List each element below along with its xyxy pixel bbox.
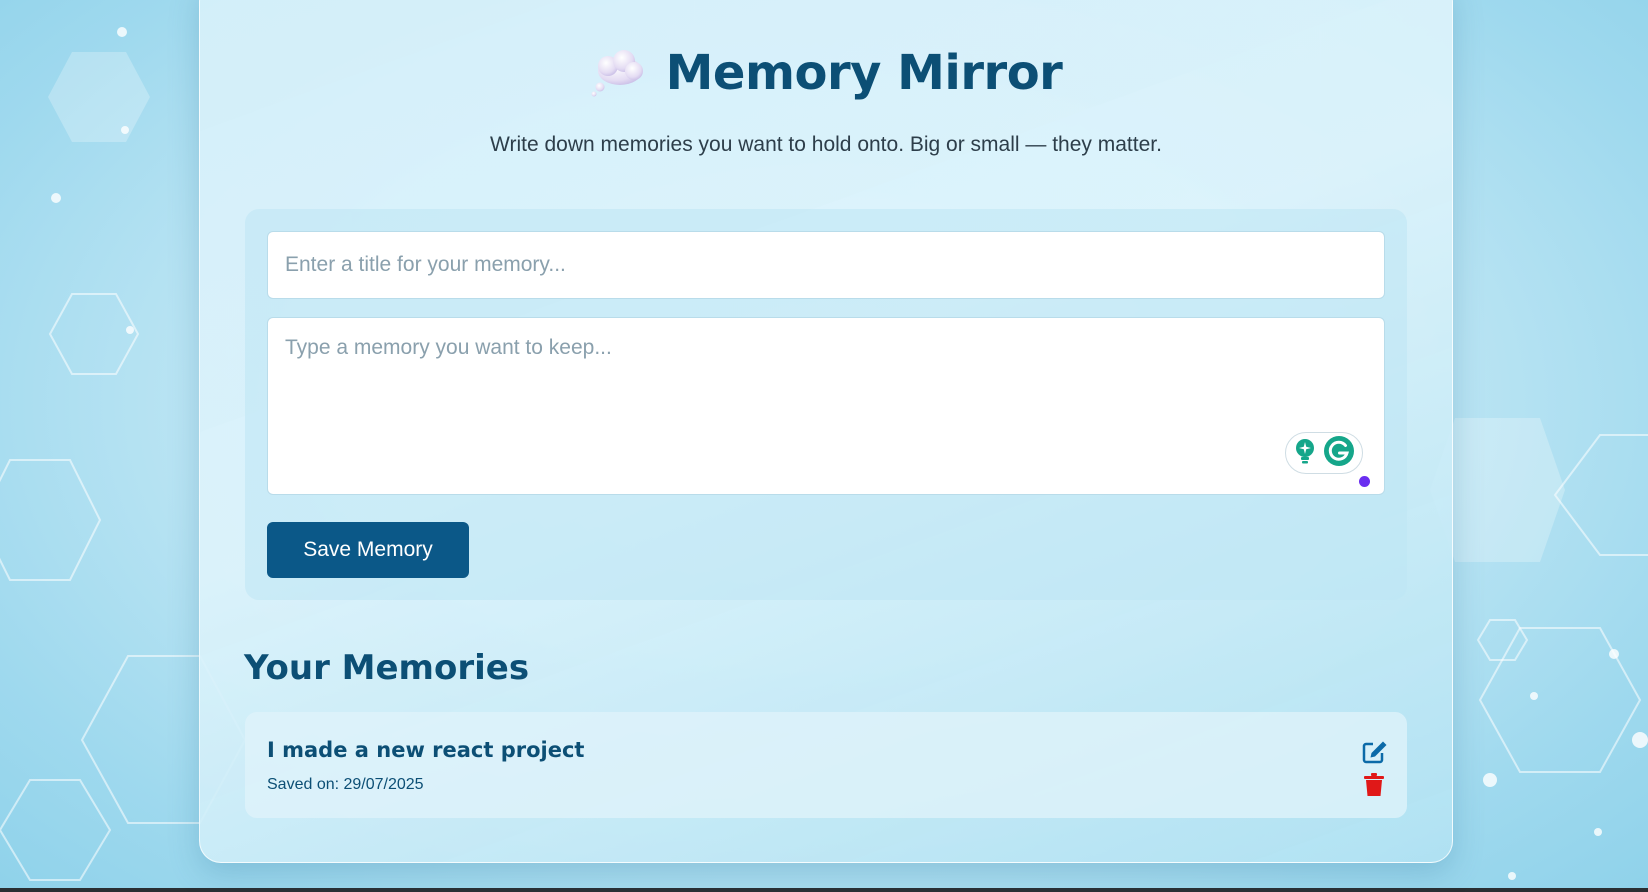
delete-icon[interactable] [1364,773,1384,797]
grammarly-status-dot [1359,476,1370,487]
memory-list-item [245,712,1407,818]
page-title: Memory Mirror [665,45,1063,101]
memories-heading: Your Memories [244,648,530,688]
header: Memory Mirror [199,38,1453,108]
page-subtitle: Write down memories you want to hold ont… [490,133,1162,156]
memory-item-title: I made a new react project [267,738,585,762]
save-memory-button[interactable]: Save Memory [267,522,469,578]
memory-item-date: Saved on: 29/07/2025 [267,776,424,793]
memory-title-input[interactable] [267,231,1385,299]
bottom-edge-bar [0,888,1648,892]
lightbulb-icon[interactable] [1293,437,1317,470]
thought-cloud-icon [590,49,646,97]
grammarly-logo-icon[interactable] [1323,435,1355,472]
grammarly-widget[interactable] [1285,432,1363,474]
memory-text-input[interactable] [267,317,1385,495]
edit-icon[interactable] [1362,740,1388,764]
